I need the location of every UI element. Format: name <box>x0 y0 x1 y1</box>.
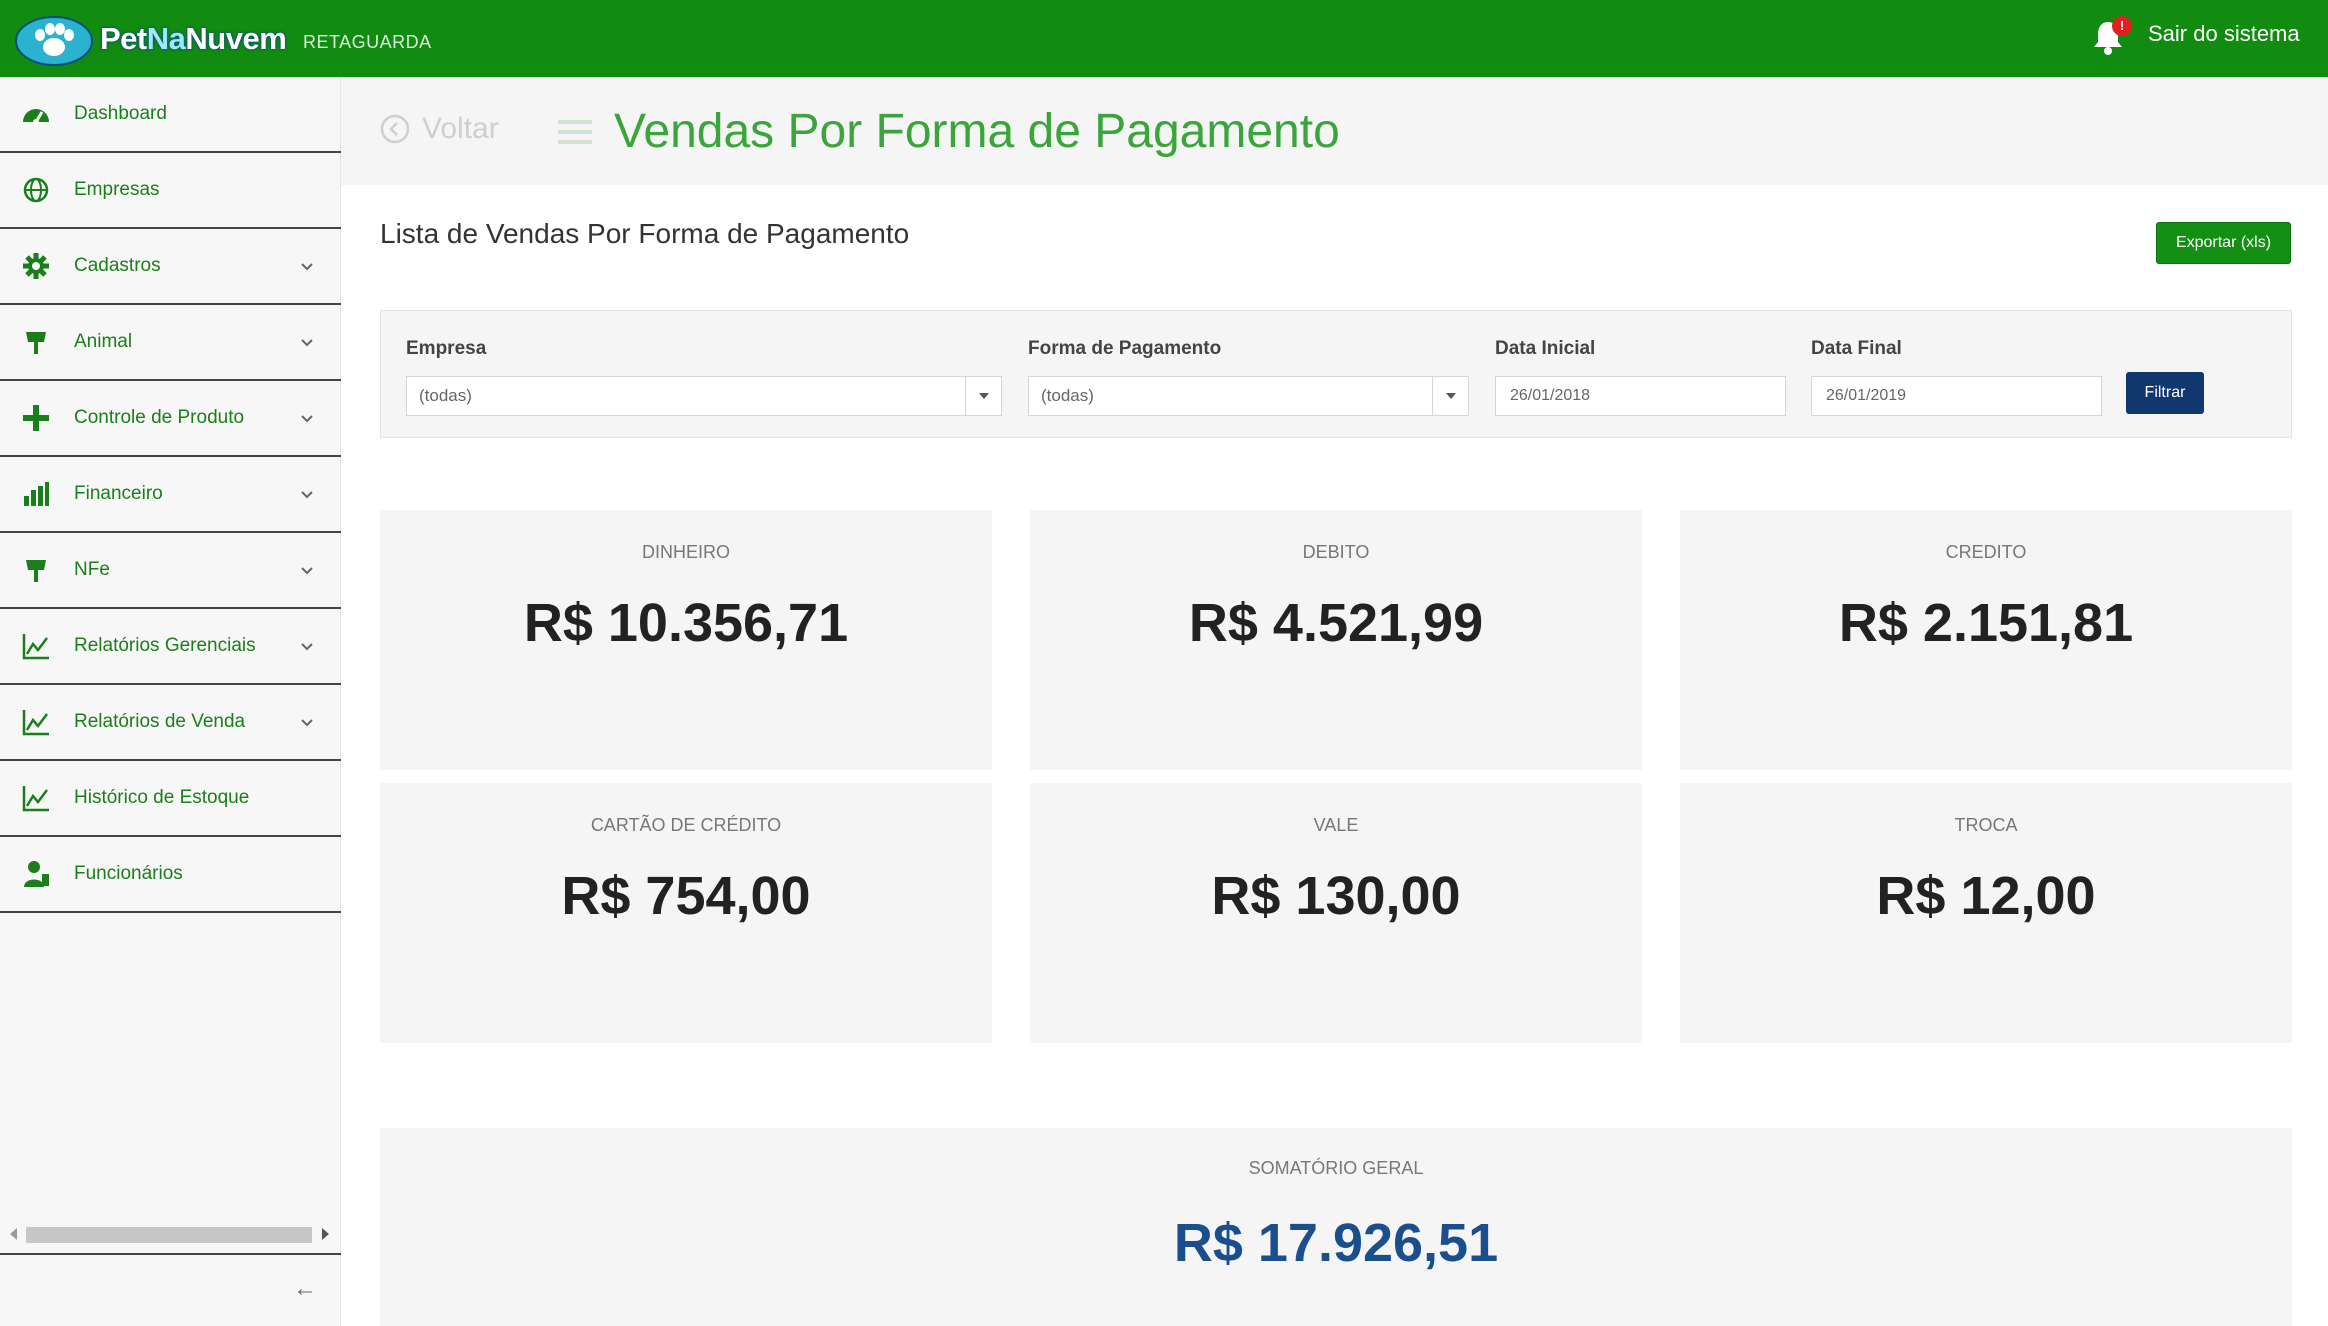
collapse-sidebar-arrow-icon[interactable]: ← <box>293 1275 317 1303</box>
logo[interactable]: PetNaNuvem <box>14 12 287 66</box>
card-label: DEBITO <box>1302 542 1370 562</box>
forma-pagamento-label: Forma de Pagamento <box>1028 338 1222 359</box>
filter-button[interactable]: Filtrar <box>2126 372 2204 414</box>
card-troca: TROCA R$ 12,00 <box>1680 783 2292 1043</box>
sidebar-divider <box>0 1253 341 1255</box>
list-title: Lista de Vendas Por Forma de Pagamento <box>380 218 910 249</box>
sidebar-item-label: NFe <box>74 559 110 580</box>
sidebar-item-label: Relatórios de Venda <box>74 711 246 732</box>
data-inicial-input[interactable]: 26/01/2018 <box>1495 376 1786 416</box>
forma-pagamento-select-value: (todas) <box>1041 386 1094 405</box>
sidebar-item-label: Funcionários <box>74 863 183 884</box>
card-value: R$ 130,00 <box>1211 866 1461 926</box>
chevron-down-icon <box>301 643 313 651</box>
empresa-select-value: (todas) <box>419 386 472 405</box>
empresa-select[interactable]: (todas) <box>406 376 1002 416</box>
sidebar-horizontal-scrollbar[interactable] <box>4 1223 334 1245</box>
line-chart-icon <box>22 710 49 736</box>
sidebar-item-relatorios-de-venda[interactable]: Relatórios de Venda <box>0 685 341 761</box>
sidebar-item-empresas[interactable]: Empresas <box>0 153 341 229</box>
total-label: SOMATÓRIO GERAL <box>1248 1158 1424 1178</box>
card-value: R$ 12,00 <box>1876 866 2096 926</box>
empresa-label: Empresa <box>406 338 487 359</box>
data-final-input[interactable]: 26/01/2019 <box>1811 376 2102 416</box>
chevron-down-icon <box>301 415 313 423</box>
back-label: Voltar <box>422 112 499 145</box>
card-label: DINHEIRO <box>641 542 730 562</box>
scroll-right-arrow-icon[interactable] <box>322 1228 329 1240</box>
data-final-label: Data Final <box>1811 338 1902 359</box>
card-cartao-de-credito: CARTÃO DE CRÉDITO R$ 754,00 <box>380 783 992 1043</box>
card-label: VALE <box>1313 815 1359 835</box>
sidebar-item-animal[interactable]: Animal <box>0 305 341 381</box>
sidebar-item-financeiro[interactable]: Financeiro <box>0 457 341 533</box>
forma-pagamento-select[interactable]: (todas) <box>1028 376 1469 416</box>
card-debito: DEBITO R$ 4.521,99 <box>1030 510 1642 770</box>
chevron-down-icon <box>301 719 313 727</box>
sidebar-item-label: Cadastros <box>74 255 161 276</box>
data-inicial-label: Data Inicial <box>1495 338 1596 359</box>
card-value: R$ 4.521,99 <box>1188 593 1484 653</box>
caret-down-icon <box>979 393 989 399</box>
total-card: SOMATÓRIO GERAL R$ 17.926,51 <box>380 1128 2292 1326</box>
gear-icon <box>23 253 49 279</box>
sidebar-item-label: Financeiro <box>74 483 163 504</box>
chevron-down-icon <box>301 339 313 347</box>
scroll-left-arrow-icon[interactable] <box>10 1228 17 1240</box>
logout-link[interactable]: Sair do sistema <box>2148 21 2300 47</box>
sidebar-item-label: Dashboard <box>74 103 167 124</box>
sidebar-item-label: Controle de Produto <box>74 407 245 428</box>
card-value: R$ 2.151,81 <box>1838 593 2134 653</box>
notification-badge: ! <box>2112 16 2132 36</box>
sidebar-item-controle-de-produto[interactable]: Controle de Produto <box>0 381 341 457</box>
logo-text: PetNaNuvem <box>100 21 287 56</box>
page-title: Vendas Por Forma de Pagamento <box>614 105 1340 158</box>
app-subtitle: RETAGUARDA <box>303 32 432 52</box>
card-dinheiro: DINHEIRO R$ 10.356,71 <box>380 510 992 770</box>
sidebar-item-funcionarios[interactable]: Funcionários <box>0 837 341 913</box>
total-value: R$ 17.926,51 <box>1173 1213 1499 1273</box>
sidebar-item-label: Animal <box>74 331 133 352</box>
back-link[interactable]: Voltar <box>380 112 499 146</box>
globe-icon <box>23 177 49 203</box>
chevron-down-icon <box>301 491 313 499</box>
sidebar-item-label: Empresas <box>74 179 160 200</box>
empresa-dropdown-toggle[interactable] <box>965 377 1001 415</box>
sidebar-item-relatorios-gerenciais[interactable]: Relatórios Gerenciais <box>0 609 341 685</box>
sidebar-item-dashboard[interactable]: Dashboard <box>0 77 341 153</box>
sidebar-item-label: Relatórios Gerenciais <box>74 635 256 656</box>
caret-down-icon <box>1446 393 1456 399</box>
bar-chart-icon <box>24 482 49 506</box>
chevron-down-icon <box>301 263 313 271</box>
filter-panel <box>380 310 2292 438</box>
card-credito: CREDITO R$ 2.151,81 <box>1680 510 2292 770</box>
scroll-thumb[interactable] <box>26 1227 312 1243</box>
paw-icon <box>26 560 46 582</box>
sidebar-item-nfe[interactable]: NFe <box>0 533 341 609</box>
paw-logo-icon <box>15 16 93 66</box>
line-chart-icon <box>22 786 49 812</box>
user-icon <box>24 861 49 887</box>
card-label: TROCA <box>1954 815 2018 835</box>
export-xls-button[interactable]: Exportar (xls) <box>2156 222 2291 264</box>
forma-pagamento-dropdown-toggle[interactable] <box>1432 377 1468 415</box>
dashboard-icon <box>23 109 49 125</box>
line-chart-icon <box>22 634 49 660</box>
sidebar: Dashboard Empresas Cadastros Animal Cont… <box>0 77 341 1326</box>
hamburger-menu-icon[interactable] <box>558 118 592 146</box>
card-label: CARTÃO DE CRÉDITO <box>590 815 782 835</box>
card-label: CREDITO <box>1945 542 2027 562</box>
card-value: R$ 754,00 <box>561 866 811 926</box>
sidebar-item-cadastros[interactable]: Cadastros <box>0 229 341 305</box>
card-value: R$ 10.356,71 <box>523 593 849 653</box>
paw-icon <box>26 332 46 354</box>
plus-icon <box>23 405 49 431</box>
sidebar-item-historico-de-estoque[interactable]: Histórico de Estoque <box>0 761 341 837</box>
sidebar-item-label: Histórico de Estoque <box>74 787 250 808</box>
chevron-down-icon <box>301 567 313 575</box>
back-circle-icon <box>380 114 410 144</box>
card-vale: VALE R$ 130,00 <box>1030 783 1642 1043</box>
